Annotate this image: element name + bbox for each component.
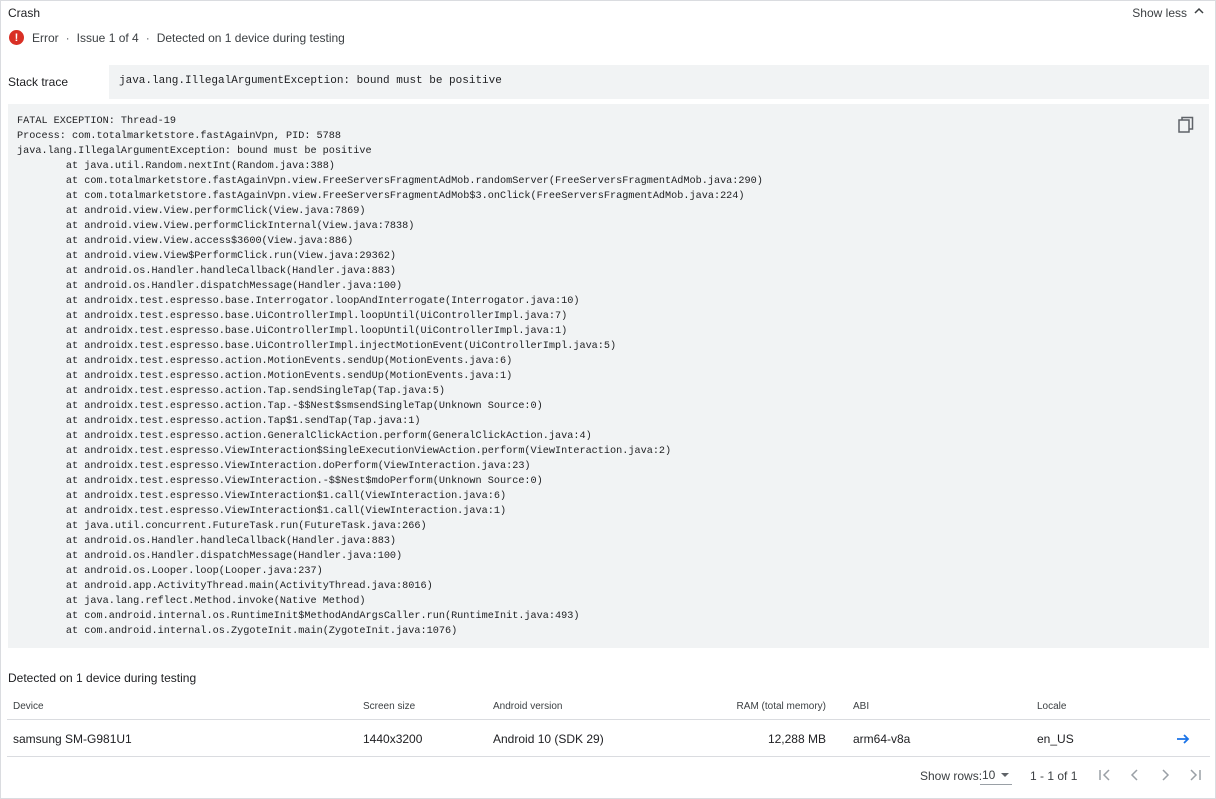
column-header-device[interactable]: Device (13, 701, 44, 712)
panel-title: Crash (8, 6, 41, 20)
error-icon: ! (9, 30, 24, 45)
copy-icon[interactable] (1177, 116, 1195, 134)
show-less-label: Show less (1132, 5, 1187, 20)
column-header-locale[interactable]: Locale (1037, 701, 1066, 712)
stack-trace-summary: java.lang.IllegalArgumentException: boun… (109, 65, 1209, 99)
cell-device: samsung SM-G981U1 (13, 732, 132, 746)
arrow-right-icon[interactable] (1175, 731, 1191, 747)
rows-per-page-label: Show rows: (920, 769, 983, 783)
severity-label: Error (32, 30, 59, 45)
cell-abi: arm64-v8a (853, 732, 911, 746)
cell-ram: 12,288 MB (767, 732, 826, 746)
detected-summary: Detected on 1 device during testing (156, 30, 345, 45)
show-less-button[interactable]: Show less (1132, 5, 1205, 20)
chevron-up-icon (1193, 5, 1205, 20)
stack-trace-text[interactable]: FATAL EXCEPTION: Thread-19 Process: com.… (17, 114, 1200, 639)
cell-locale: en_US (1037, 732, 1074, 746)
devices-heading: Detected on 1 device during testing (8, 671, 197, 685)
table-row[interactable]: samsung SM-G981U1 1440x3200 Android 10 (… (7, 721, 1210, 757)
rows-per-page-value: 10 (982, 767, 996, 782)
pagination-bar: Show rows: 10 1 - 1 of 1 (1, 761, 1216, 789)
column-header-ram[interactable]: RAM (total memory) (737, 701, 826, 712)
separator-dot: · (145, 30, 150, 45)
issue-status-row: ! Error · Issue 1 of 4 · Detected on 1 d… (9, 30, 345, 45)
previous-page-icon[interactable] (1127, 767, 1143, 783)
cell-screen-size: 1440x3200 (363, 732, 423, 746)
pagination-range: 1 - 1 of 1 (1030, 769, 1078, 783)
column-header-abi[interactable]: ABI (853, 701, 869, 712)
rows-per-page-select[interactable]: 10 (980, 765, 1012, 785)
issue-counter: Issue 1 of 4 (76, 30, 139, 45)
crash-panel: Crash Show less ! Error · Issue 1 of 4 ·… (0, 0, 1216, 799)
last-page-icon[interactable] (1187, 767, 1203, 783)
column-header-android-version[interactable]: Android version (493, 701, 562, 712)
column-header-screen-size[interactable]: Screen size (363, 701, 415, 712)
stack-trace-block: FATAL EXCEPTION: Thread-19 Process: com.… (8, 104, 1209, 648)
cell-android-version: Android 10 (SDK 29) (493, 732, 604, 746)
dropdown-caret-icon (1001, 772, 1010, 777)
next-page-icon[interactable] (1157, 767, 1173, 783)
devices-table-header: Device Screen size Android version RAM (… (7, 698, 1210, 720)
first-page-icon[interactable] (1097, 767, 1113, 783)
separator-dot: · (65, 30, 70, 45)
stack-trace-label: Stack trace (8, 75, 69, 89)
